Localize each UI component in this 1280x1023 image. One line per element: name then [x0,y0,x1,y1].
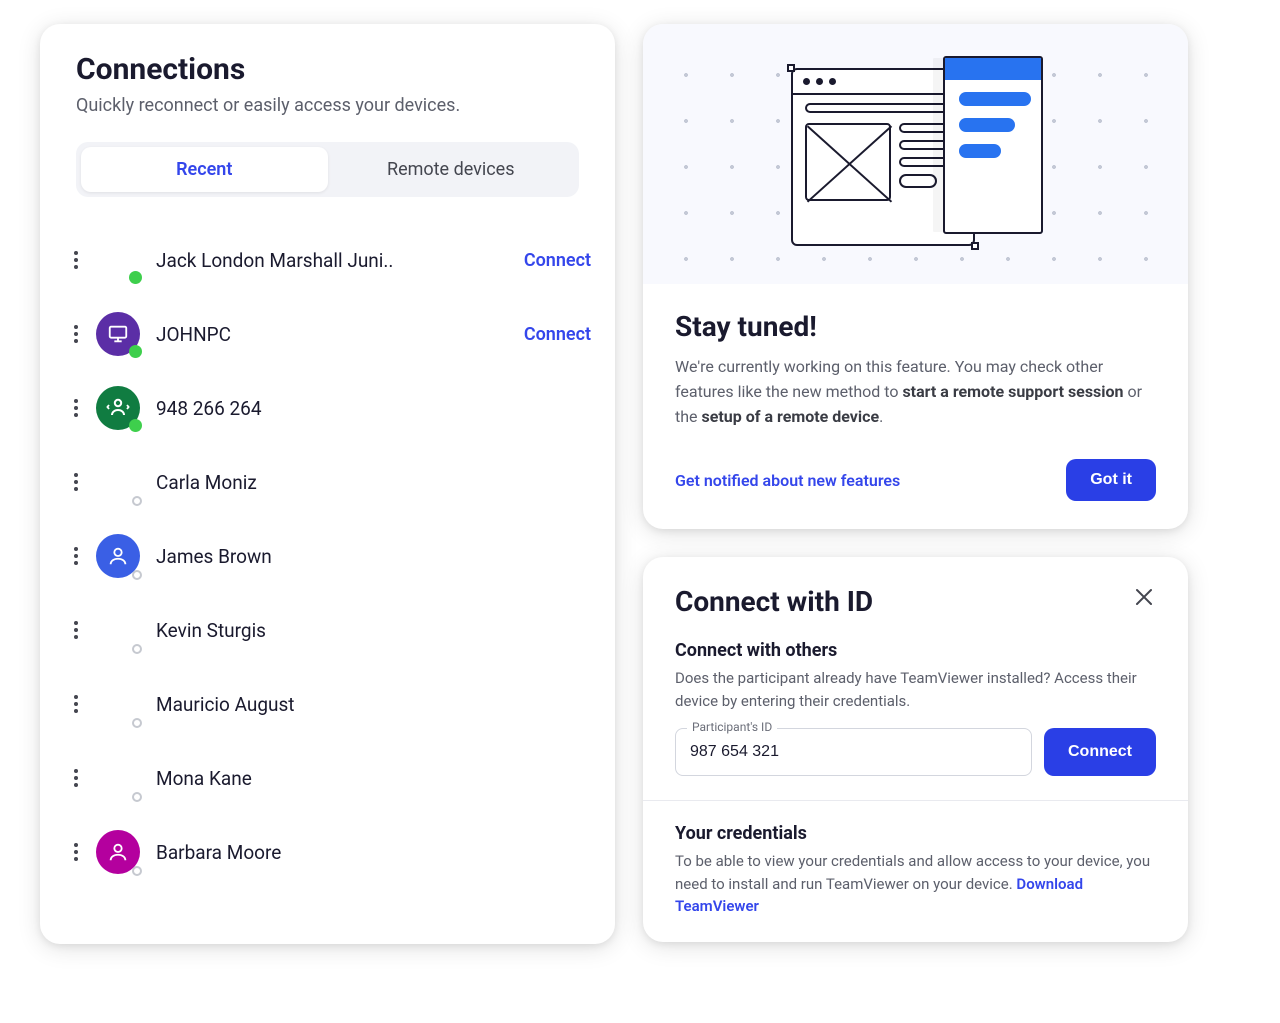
list-item[interactable]: Barbara Moore [96,815,591,889]
status-indicator [132,496,142,506]
avatar [96,756,140,800]
tab-recent[interactable]: Recent [81,147,328,192]
connection-name: Mona Kane [156,767,591,790]
list-item[interactable]: 948 266 264 [96,371,591,445]
list-item[interactable]: Jack London Marshall Juni..Connect [96,223,591,297]
status-indicator [129,419,142,432]
connection-name: Mauricio August [156,693,591,716]
connections-subtitle: Quickly reconnect or easily access your … [76,95,579,116]
list-item[interactable]: James Brown [96,519,591,593]
participant-id-label: Participant's ID [687,720,777,734]
stay-tuned-title: Stay tuned! [675,310,1156,343]
status-indicator [129,271,142,284]
connection-name: 948 266 264 [156,397,591,420]
more-options-icon[interactable] [66,324,86,344]
stay-tuned-illustration [643,24,1188,284]
connections-card: Connections Quickly reconnect or easily … [40,24,615,944]
participant-id-input[interactable] [675,728,1032,776]
avatar [96,460,140,504]
connection-name: Jack London Marshall Juni.. [156,249,524,272]
status-indicator [132,866,142,876]
avatar [96,534,140,578]
connection-name: Carla Moniz [156,471,591,494]
more-options-icon[interactable] [66,620,86,640]
your-credentials-text: To be able to view your credentials and … [675,850,1156,918]
connections-tabs: Recent Remote devices [76,142,579,197]
connection-name: Kevin Sturgis [156,619,591,642]
close-icon[interactable] [1132,585,1156,609]
connect-button[interactable]: Connect [1044,728,1156,776]
avatar [96,312,140,356]
got-it-button[interactable]: Got it [1066,459,1156,501]
connect-others-heading: Connect with others [675,640,1156,661]
connect-others-text: Does the participant already have TeamVi… [675,667,1156,712]
status-indicator [132,792,142,802]
connection-name: Barbara Moore [156,841,591,864]
status-indicator [129,345,142,358]
get-notified-link[interactable]: Get notified about new features [675,471,900,490]
blue-panel-icon [943,56,1043,234]
status-indicator [132,570,142,580]
connect-link[interactable]: Connect [524,250,591,271]
tab-remote-devices[interactable]: Remote devices [328,147,575,192]
list-item[interactable]: Mona Kane [96,741,591,815]
stay-tuned-card: Stay tuned! We're currently working on t… [643,24,1188,529]
more-options-icon[interactable] [66,768,86,788]
connection-name: JOHNPC [156,323,524,346]
connect-with-id-card: Connect with ID Connect with others Does… [643,557,1188,942]
list-item[interactable]: Kevin Sturgis [96,593,591,667]
connect-with-id-title: Connect with ID [675,585,873,618]
connect-link[interactable]: Connect [524,324,591,345]
more-options-icon[interactable] [66,472,86,492]
more-options-icon[interactable] [66,398,86,418]
more-options-icon[interactable] [66,842,86,862]
more-options-icon[interactable] [66,694,86,714]
list-item[interactable]: JOHNPCConnect [96,297,591,371]
status-indicator [132,718,142,728]
more-options-icon[interactable] [66,546,86,566]
avatar [96,682,140,726]
status-indicator [132,644,142,654]
stay-tuned-text: We're currently working on this feature.… [675,355,1156,429]
avatar [96,238,140,282]
connections-title: Connections [76,52,579,87]
list-item[interactable]: Carla Moniz [96,445,591,519]
connection-name: James Brown [156,545,591,568]
avatar [96,830,140,874]
avatar [96,386,140,430]
connections-list[interactable]: Jack London Marshall Juni..ConnectJOHNPC… [40,223,615,923]
more-options-icon[interactable] [66,250,86,270]
avatar [96,608,140,652]
list-item[interactable]: Mauricio August [96,667,591,741]
your-credentials-heading: Your credentials [675,823,1156,844]
